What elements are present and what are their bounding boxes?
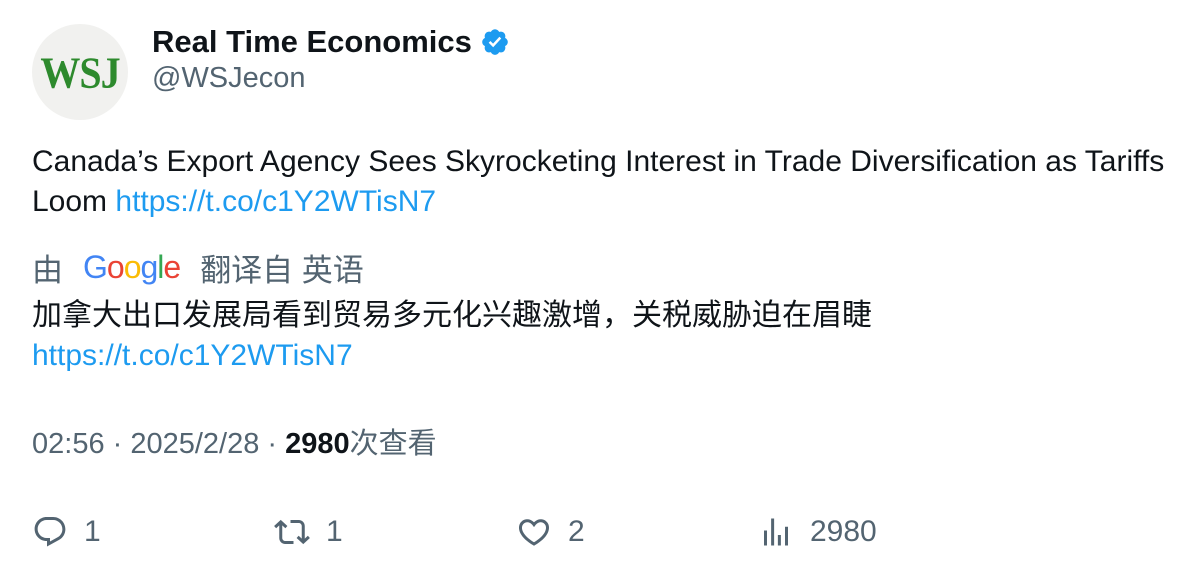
translated-text: 加拿大出口发展局看到贸易多元化兴趣激增，关税威胁迫在眉睫 https://t.c… — [32, 296, 1172, 376]
wsj-logo: WSJ — [40, 46, 120, 98]
tweet-text: Canada’s Export Agency Sees Skyrocketing… — [32, 142, 1172, 222]
meta-separator: · — [259, 428, 286, 460]
google-logo: Google — [83, 248, 181, 285]
views-action-count: 2980 — [810, 515, 877, 548]
translated-body: 加拿大出口发展局看到贸易多元化兴趣激增，关税威胁迫在眉睫 — [32, 299, 872, 332]
verified-badge-icon[interactable] — [480, 27, 510, 57]
retweet-icon — [274, 514, 310, 550]
views-label: 次查看 — [349, 428, 437, 460]
meta-separator: · — [104, 428, 131, 460]
views-count: 2980 — [285, 428, 350, 460]
analytics-icon — [758, 514, 794, 550]
translation-suffix: 翻译自 英语 — [200, 252, 364, 288]
like-button[interactable]: 2 — [516, 510, 585, 554]
tweet-link[interactable]: https://t.co/c1Y2WTisN7 — [115, 185, 436, 218]
tweet-time[interactable]: 02:56 — [32, 428, 105, 460]
reply-button[interactable]: 1 — [32, 510, 101, 554]
tweet-date[interactable]: 2025/2/28 — [130, 428, 259, 460]
tweet-metadata: 02:56 · 2025/2/28 · 2980次查看 — [32, 424, 437, 464]
like-count: 2 — [568, 515, 585, 548]
heart-icon — [516, 514, 552, 550]
translation-prefix: 由 — [32, 252, 63, 288]
translation-attribution: 由 Google 翻译自 英语 — [32, 246, 364, 288]
display-name[interactable]: Real Time Economics — [152, 24, 472, 60]
translated-link[interactable]: https://t.co/c1Y2WTisN7 — [32, 336, 1172, 376]
avatar[interactable]: WSJ — [32, 24, 128, 120]
reply-icon — [32, 514, 68, 550]
retweet-count: 1 — [326, 515, 343, 548]
retweet-button[interactable]: 1 — [274, 510, 343, 554]
views-button[interactable]: 2980 — [758, 510, 877, 554]
author-name-row: Real Time Economics — [152, 22, 510, 62]
author-handle[interactable]: @WSJecon — [152, 62, 306, 95]
reply-count: 1 — [84, 515, 101, 548]
